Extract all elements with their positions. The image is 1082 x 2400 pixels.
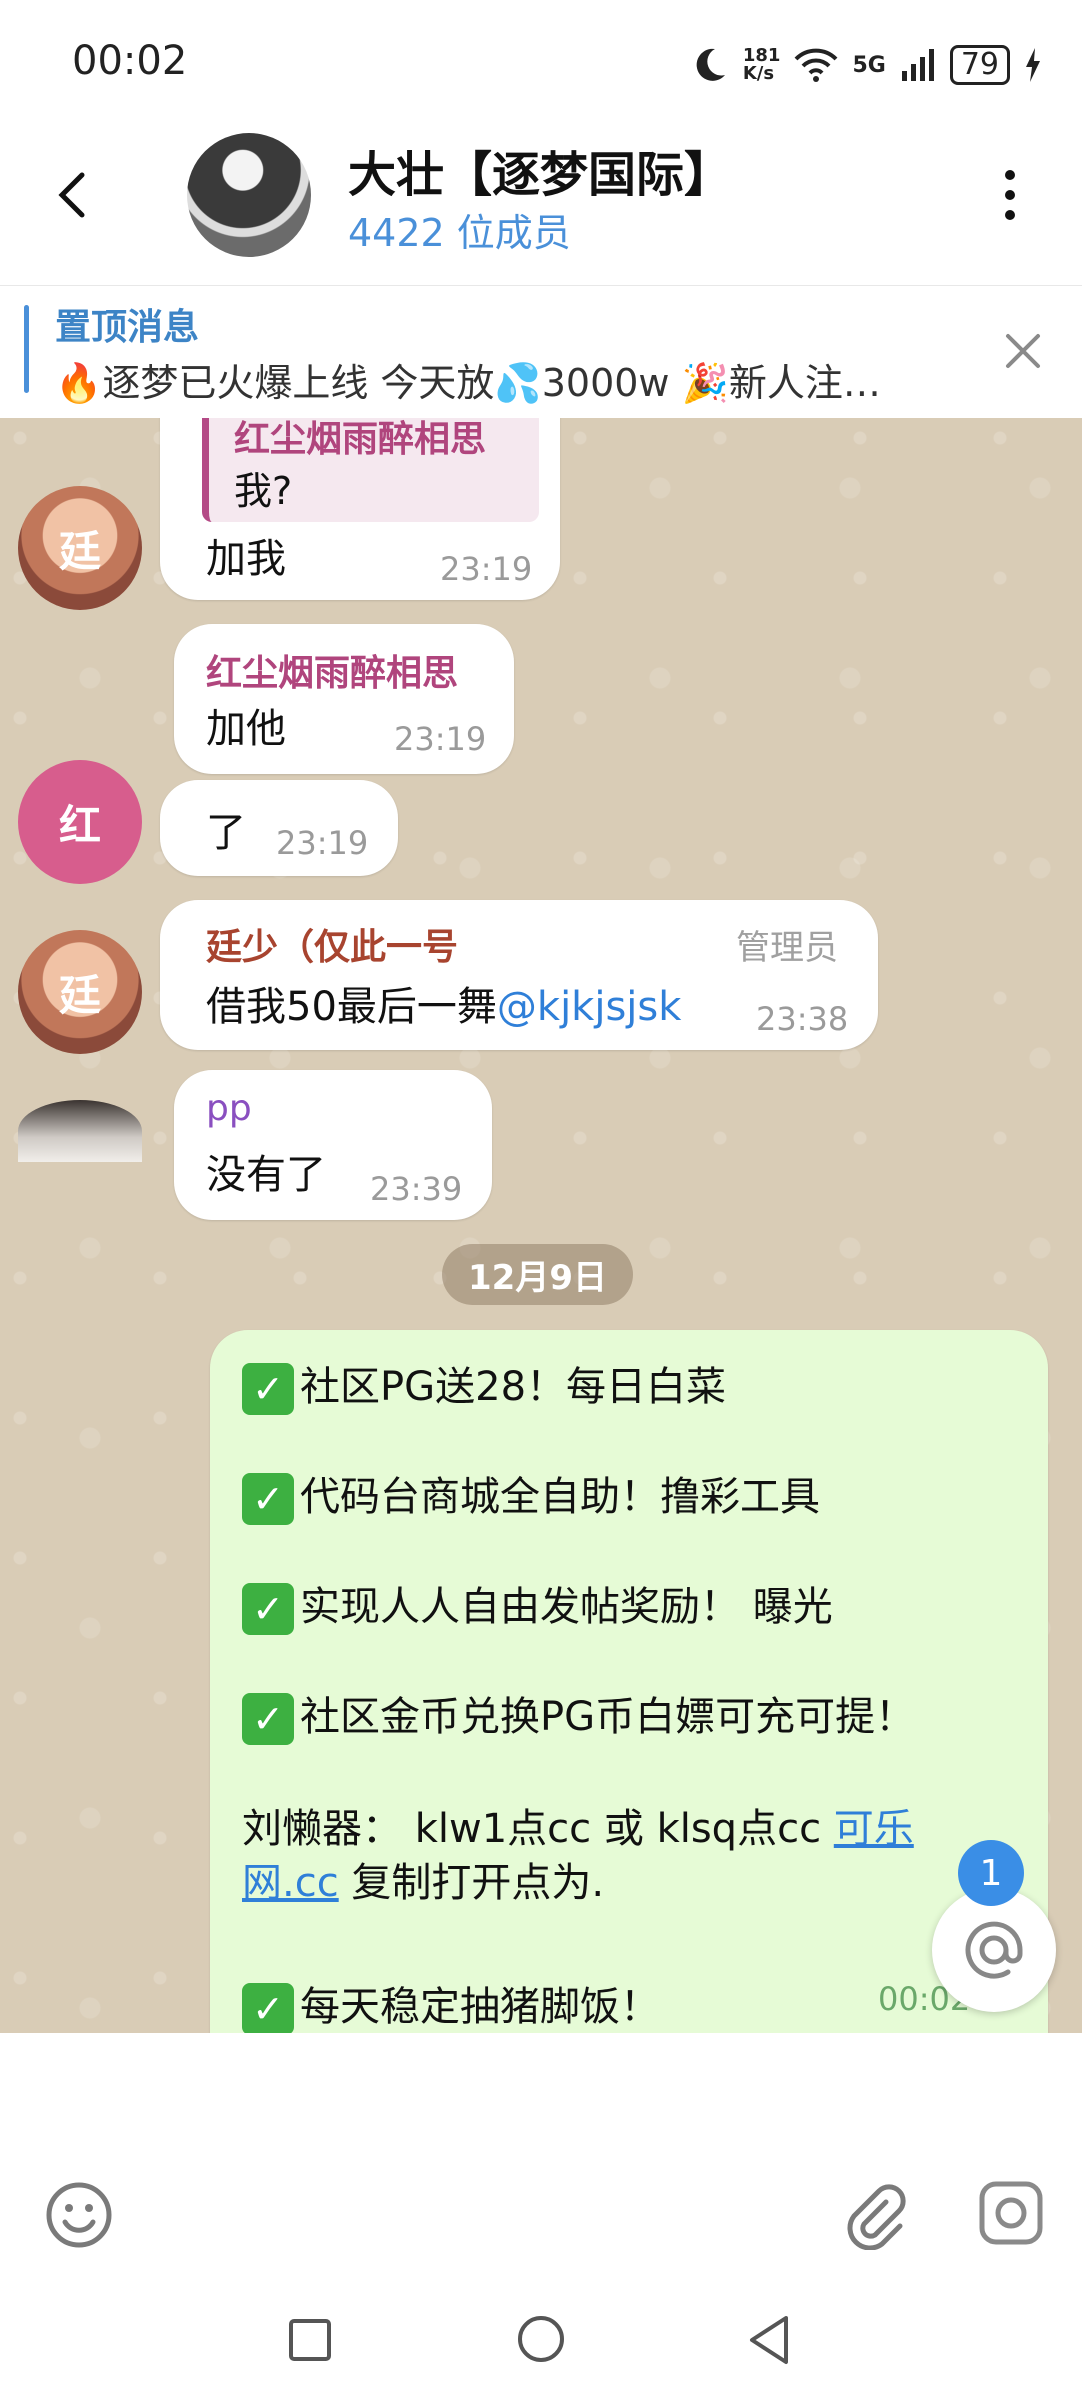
network-type: 5G bbox=[852, 52, 886, 78]
mention-link[interactable]: @kjkjsjsk bbox=[497, 984, 682, 1030]
status-icons: 181 K/s 5G 79 bbox=[689, 40, 1042, 90]
avatar[interactable]: 红 bbox=[18, 760, 142, 884]
group-title[interactable]: 大壮【逐梦国际】 bbox=[348, 135, 732, 205]
message-time: 23:38 bbox=[756, 1000, 849, 1038]
message-text: 加我 bbox=[206, 536, 286, 582]
message-text: 了 bbox=[206, 810, 246, 856]
circle-home-icon[interactable] bbox=[516, 2314, 566, 2364]
message-text: 没有了 bbox=[206, 1152, 326, 1198]
message-time: 23:19 bbox=[440, 550, 533, 588]
more-vertical-icon[interactable] bbox=[995, 165, 1025, 225]
outgoing-line: ✓ 代码台商城全自助！撸彩工具 bbox=[242, 1464, 820, 1525]
avatar-initial: 红 bbox=[58, 800, 101, 850]
camera-icon[interactable] bbox=[976, 2178, 1046, 2248]
chat-area[interactable]: 红尘烟雨醉相思 我? 加我 23:19 廷 红尘烟雨醉相思 加他 23:19 了… bbox=[0, 418, 1082, 2033]
message-sender[interactable]: pp bbox=[206, 1088, 252, 1129]
charging-icon bbox=[1026, 48, 1040, 82]
check-icon: ✓ bbox=[242, 1983, 294, 2033]
check-icon: ✓ bbox=[242, 1363, 294, 1415]
outgoing-line: 刘懒器： klw1点cc 或 klsq点cc 可乐 bbox=[242, 1796, 914, 1854]
wifi-icon bbox=[795, 48, 838, 82]
back-arrow-icon[interactable] bbox=[48, 165, 98, 225]
check-icon: ✓ bbox=[242, 1583, 294, 1635]
message-text: 借我50最后一舞@kjkjsjsk bbox=[206, 974, 681, 1032]
outgoing-line: 网.cc 复制打开点为. bbox=[242, 1850, 604, 1908]
quote-text: 我? bbox=[234, 469, 293, 513]
member-count[interactable]: 4422 位成员 bbox=[348, 202, 571, 257]
outgoing-line: ✓ 实现人人自由发帖奖励！ 曝光 bbox=[242, 1574, 833, 1635]
outgoing-line: ✓ 每天稳定抽猪脚饭！ bbox=[242, 1974, 660, 2033]
message-sender[interactable]: 红尘烟雨醉相思 bbox=[206, 644, 458, 696]
message-text: 加他 bbox=[206, 706, 286, 752]
avatar[interactable] bbox=[18, 1100, 142, 1162]
message-time: 23:19 bbox=[394, 720, 487, 758]
triangle-back-icon[interactable] bbox=[746, 2314, 792, 2366]
pinned-title: 置顶消息 bbox=[55, 307, 200, 348]
moon-icon bbox=[696, 48, 725, 81]
quote-sender: 红尘烟雨醉相思 bbox=[234, 419, 487, 460]
pinned-indicator bbox=[24, 305, 29, 393]
mention-button[interactable] bbox=[932, 1888, 1056, 2012]
link-suffix: 复制打开点为. bbox=[338, 1860, 605, 1906]
message-sender[interactable]: 廷少（仅此一号 bbox=[206, 918, 458, 970]
attach-icon[interactable] bbox=[838, 2180, 908, 2250]
avatar[interactable]: 廷 bbox=[18, 930, 142, 1054]
unread-badge[interactable]: 1 bbox=[958, 1840, 1024, 1906]
message-input-bar[interactable] bbox=[0, 2033, 1082, 2258]
outgoing-link-cont[interactable]: 网.cc bbox=[242, 1860, 339, 1906]
signal-icon bbox=[901, 49, 934, 81]
avatar[interactable]: 廷 bbox=[18, 486, 142, 610]
check-icon: ✓ bbox=[242, 1473, 294, 1525]
line-text: 代码台商城全自助！撸彩工具 bbox=[300, 1474, 820, 1520]
outgoing-message-bubble[interactable] bbox=[210, 1330, 1048, 2033]
at-icon bbox=[965, 1921, 1023, 1979]
status-time: 00:02 bbox=[72, 38, 188, 84]
close-icon[interactable] bbox=[1000, 328, 1046, 374]
square-icon[interactable] bbox=[288, 2318, 332, 2362]
outgoing-line: ✓ 社区金币兑换PG币白嫖可充可提！ bbox=[242, 1684, 915, 1745]
pinned-text: 🔥逐梦已火爆上线 今天放💦3000w 🎉新人注… bbox=[55, 361, 881, 405]
message-time: 23:19 bbox=[276, 824, 369, 862]
admin-badge: 管理员 bbox=[736, 928, 838, 968]
message-body: 借我50最后一舞 bbox=[206, 984, 497, 1030]
check-icon: ✓ bbox=[242, 1693, 294, 1745]
avatar-initial: 廷 bbox=[58, 526, 101, 576]
net-speed: 181 K/s bbox=[743, 47, 781, 83]
group-avatar[interactable] bbox=[187, 133, 311, 257]
emoji-icon[interactable] bbox=[44, 2180, 114, 2250]
battery-level: 79 bbox=[949, 45, 1010, 85]
outgoing-line: ✓ 社区PG送28！每日白菜 bbox=[242, 1354, 726, 1415]
date-separator: 12月9日 bbox=[442, 1244, 633, 1305]
line-text: 社区PG送28！每日白菜 bbox=[300, 1364, 727, 1410]
net-speed-unit: K/s bbox=[742, 63, 775, 84]
line-text: 实现人人自由发帖奖励！ 曝光 bbox=[300, 1584, 833, 1630]
line-text: 社区金币兑换PG币白嫖可充可提！ bbox=[300, 1694, 916, 1740]
line-text: 每天稳定抽猪脚饭！ bbox=[300, 1984, 660, 2030]
avatar-initial: 廷 bbox=[58, 970, 101, 1020]
link-prefix: 刘懒器： klw1点cc 或 klsq点cc bbox=[242, 1806, 834, 1852]
message-time: 23:39 bbox=[370, 1170, 463, 1208]
outgoing-link[interactable]: 可乐 bbox=[834, 1806, 914, 1852]
